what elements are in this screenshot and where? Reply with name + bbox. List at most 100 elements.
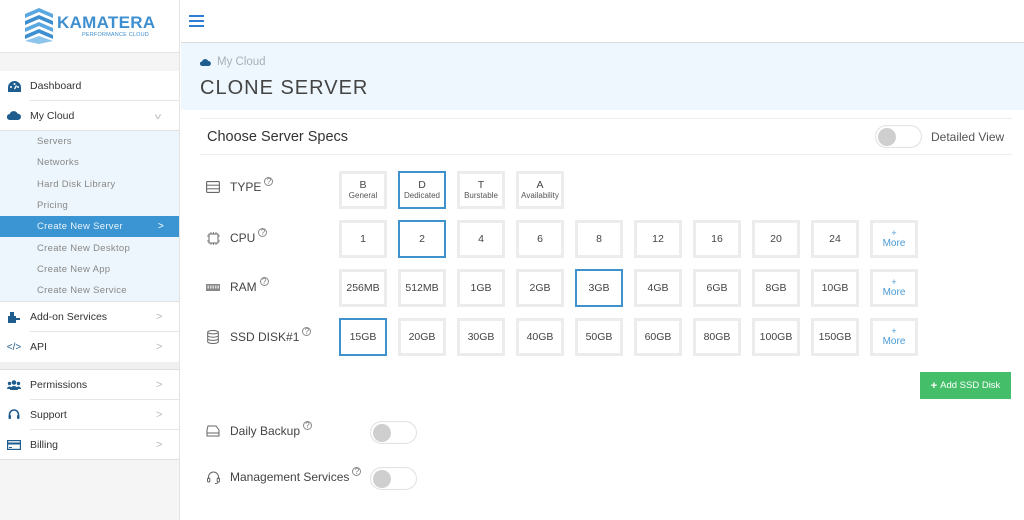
server-icon bbox=[206, 180, 220, 194]
help-icon[interactable]: ? bbox=[259, 276, 269, 286]
users-icon bbox=[7, 378, 21, 392]
sidebar-item-support[interactable]: Support > bbox=[0, 400, 179, 431]
sidebar-item-my-cloud[interactable]: My Cloud v bbox=[0, 101, 179, 131]
help-icon[interactable]: ? bbox=[264, 176, 274, 186]
ram-option[interactable]: 1GB bbox=[457, 269, 505, 307]
type-label: TYPE ? bbox=[206, 176, 274, 194]
row-label-text: TYPE bbox=[230, 180, 262, 194]
option-value: 3GB bbox=[588, 281, 610, 294]
sidebar-item-label: Billing bbox=[30, 438, 59, 451]
option-value: 2 bbox=[419, 232, 425, 245]
option-code: T bbox=[477, 179, 485, 192]
ram-option[interactable]: 3GB bbox=[575, 269, 623, 307]
daily-backup-toggle[interactable] bbox=[370, 421, 417, 444]
sidebar-item-label: Add-on Services bbox=[30, 311, 108, 324]
backup-icon bbox=[206, 424, 220, 438]
option-value: 60GB bbox=[644, 330, 672, 343]
cpu-option[interactable]: 1 bbox=[339, 220, 387, 258]
submenu-item-create-new-desktop[interactable]: Create New Desktop bbox=[0, 237, 179, 258]
help-icon[interactable]: ? bbox=[352, 466, 362, 476]
ram-memory-icon bbox=[206, 280, 220, 294]
submenu-item-create-new-service[interactable]: Create New Service bbox=[0, 280, 179, 301]
disk-option[interactable]: 100GB bbox=[752, 318, 800, 356]
disk-more-button[interactable]: + More bbox=[870, 318, 918, 356]
cpu-label: CPU ? bbox=[206, 227, 268, 245]
cpu-option[interactable]: 20 bbox=[752, 220, 800, 258]
cpu-more-button[interactable]: + More bbox=[870, 220, 918, 258]
submenu-item-create-new-server[interactable]: Create New Server > bbox=[0, 216, 179, 238]
chevron-right-icon: > bbox=[158, 221, 165, 233]
disk-option[interactable]: 80GB bbox=[693, 318, 741, 356]
submenu-item-servers[interactable]: Servers bbox=[0, 131, 179, 152]
option-name: Availability bbox=[521, 191, 559, 201]
plus-icon: + bbox=[891, 325, 897, 336]
ram-option[interactable]: 2GB bbox=[516, 269, 564, 307]
sidebar: KAMATERA PERFORMANCE CLOUD Dashboard My … bbox=[0, 0, 180, 520]
cpu-option[interactable]: 6 bbox=[516, 220, 564, 258]
detailed-view-toggle[interactable] bbox=[875, 125, 922, 148]
dashboard-icon bbox=[7, 79, 21, 93]
ram-option[interactable]: 10GB bbox=[811, 269, 859, 307]
disk-option[interactable]: 40GB bbox=[516, 318, 564, 356]
option-value: 40GB bbox=[526, 330, 554, 343]
add-ssd-disk-label: Add SSD Disk bbox=[940, 380, 1001, 391]
management-services-label: Management Services bbox=[230, 470, 350, 484]
cpu-option[interactable]: 2 bbox=[398, 220, 446, 258]
submenu-item-pricing[interactable]: Pricing bbox=[0, 195, 179, 216]
cpu-option[interactable]: 4 bbox=[457, 220, 505, 258]
disk-option[interactable]: 150GB bbox=[811, 318, 859, 356]
sidebar-item-billing[interactable]: Billing > bbox=[0, 430, 179, 461]
database-icon bbox=[206, 330, 220, 344]
sidebar-item-permissions[interactable]: Permissions > bbox=[0, 370, 179, 401]
ram-option[interactable]: 6GB bbox=[693, 269, 741, 307]
hamburger-menu-icon[interactable] bbox=[189, 15, 204, 27]
disk-option[interactable]: 60GB bbox=[634, 318, 682, 356]
ram-more-button[interactable]: + More bbox=[870, 269, 918, 307]
logo[interactable]: KAMATERA PERFORMANCE CLOUD bbox=[0, 0, 179, 53]
cpu-option[interactable]: 12 bbox=[634, 220, 682, 258]
type-option-burstable[interactable]: T Burstable bbox=[457, 171, 505, 209]
help-icon[interactable]: ? bbox=[302, 326, 312, 336]
help-icon[interactable]: ? bbox=[303, 420, 313, 430]
sidebar-item-label: Support bbox=[30, 409, 67, 422]
option-value: 8GB bbox=[765, 281, 787, 294]
sidebar-item-label: Dashboard bbox=[30, 80, 82, 92]
disk-option[interactable]: 15GB bbox=[339, 318, 387, 356]
submenu-item-hard-disk-library[interactable]: Hard Disk Library bbox=[0, 174, 179, 195]
help-icon[interactable]: ? bbox=[258, 227, 268, 237]
disk-option[interactable]: 50GB bbox=[575, 318, 623, 356]
cpu-option[interactable]: 16 bbox=[693, 220, 741, 258]
chevron-down-icon: v bbox=[154, 112, 162, 121]
disk-option[interactable]: 20GB bbox=[398, 318, 446, 356]
ram-option[interactable]: 8GB bbox=[752, 269, 800, 307]
plus-icon: + bbox=[891, 276, 897, 287]
management-services-toggle[interactable] bbox=[370, 467, 417, 490]
sidebar-item-dashboard[interactable]: Dashboard bbox=[0, 71, 179, 101]
type-option-general[interactable]: B General bbox=[339, 171, 387, 209]
sidebar-item-api[interactable]: </> API > bbox=[0, 332, 179, 363]
type-option-dedicated[interactable]: D Dedicated bbox=[398, 171, 446, 209]
ram-option[interactable]: 512MB bbox=[398, 269, 446, 307]
more-label: More bbox=[882, 286, 906, 298]
cloud-icon bbox=[200, 58, 211, 66]
row-label-text: SSD DISK#1 bbox=[230, 330, 300, 344]
submenu-item-networks[interactable]: Networks bbox=[0, 152, 179, 173]
type-option-availability[interactable]: A Availability bbox=[516, 171, 564, 209]
disk-option[interactable]: 30GB bbox=[457, 318, 505, 356]
ram-option[interactable]: 4GB bbox=[634, 269, 682, 307]
add-ssd-disk-button[interactable]: + Add SSD Disk bbox=[920, 372, 1011, 399]
option-value: 16 bbox=[711, 232, 723, 245]
cpu-option[interactable]: 8 bbox=[575, 220, 623, 258]
ram-option[interactable]: 256MB bbox=[339, 269, 387, 307]
option-value: 4 bbox=[478, 232, 484, 245]
code-icon: </> bbox=[6, 341, 22, 353]
breadcrumb-label: My Cloud bbox=[217, 56, 266, 68]
option-name: General bbox=[348, 191, 378, 201]
sidebar-item-add-on-services[interactable]: Add-on Services > bbox=[0, 302, 179, 333]
breadcrumb[interactable]: My Cloud bbox=[200, 56, 266, 68]
submenu-item-label: Create New Server bbox=[37, 221, 123, 233]
cpu-option[interactable]: 24 bbox=[811, 220, 859, 258]
option-value: 30GB bbox=[467, 330, 495, 343]
submenu-item-create-new-app[interactable]: Create New App bbox=[0, 259, 179, 280]
chevron-right-icon: > bbox=[156, 311, 163, 324]
